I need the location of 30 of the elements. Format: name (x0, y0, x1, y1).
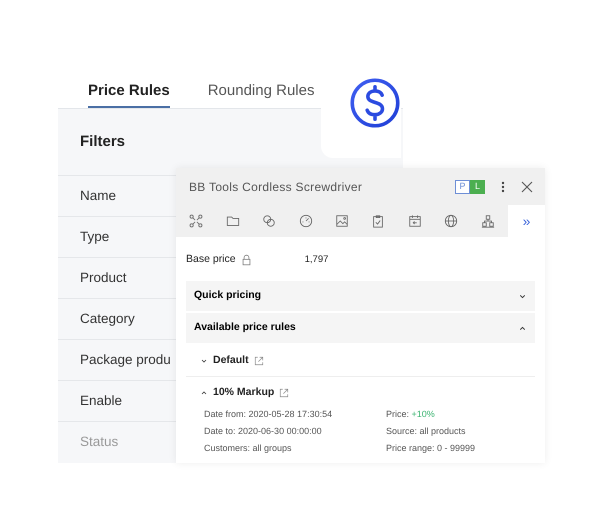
close-icon[interactable] (521, 180, 533, 192)
globe-icon[interactable] (444, 214, 458, 228)
rule-detail: Source: all products (386, 426, 467, 437)
more-options-icon[interactable] (501, 180, 505, 192)
base-price-label: Base price (186, 252, 236, 268)
rule-detail: Price range: 0 - 99999 (386, 442, 476, 454)
folder-icon[interactable] (226, 214, 240, 228)
accordion-header[interactable]: Available price rules (186, 313, 535, 343)
clipboard-check-icon[interactable] (371, 214, 386, 228)
tab[interactable]: Rounding Rules (208, 80, 314, 108)
accordion-header[interactable]: Quick pricing (186, 281, 535, 311)
filters-title: Filters (79, 132, 126, 152)
square-arrow-icon (279, 388, 290, 398)
chevron-down-icon[interactable] (200, 356, 208, 364)
gauge-icon[interactable] (298, 214, 313, 228)
link-icon[interactable] (262, 214, 276, 228)
rule-detail: Customers: all groups (204, 442, 293, 454)
chevron-up-icon[interactable] (200, 389, 208, 397)
calendar-icon[interactable] (408, 214, 422, 228)
hierarchy-icon[interactable] (480, 214, 495, 228)
window-title: BB Tools Cordless Screwdriver (189, 178, 364, 196)
rule-detail: Date to: 2020-06-30 00:00:00 (204, 426, 323, 437)
rule-detail: Price: +10% (386, 409, 436, 420)
rule-name: Default (213, 352, 249, 368)
image-icon[interactable] (334, 214, 349, 228)
square-arrow-icon (254, 356, 264, 366)
rule-detail: Date from: 2020-05-28 17:30:54 (204, 409, 334, 420)
rule-name: 10% Markup (213, 385, 274, 400)
base-price-value: 1,797 (304, 252, 328, 267)
nodes-icon[interactable] (189, 214, 204, 228)
